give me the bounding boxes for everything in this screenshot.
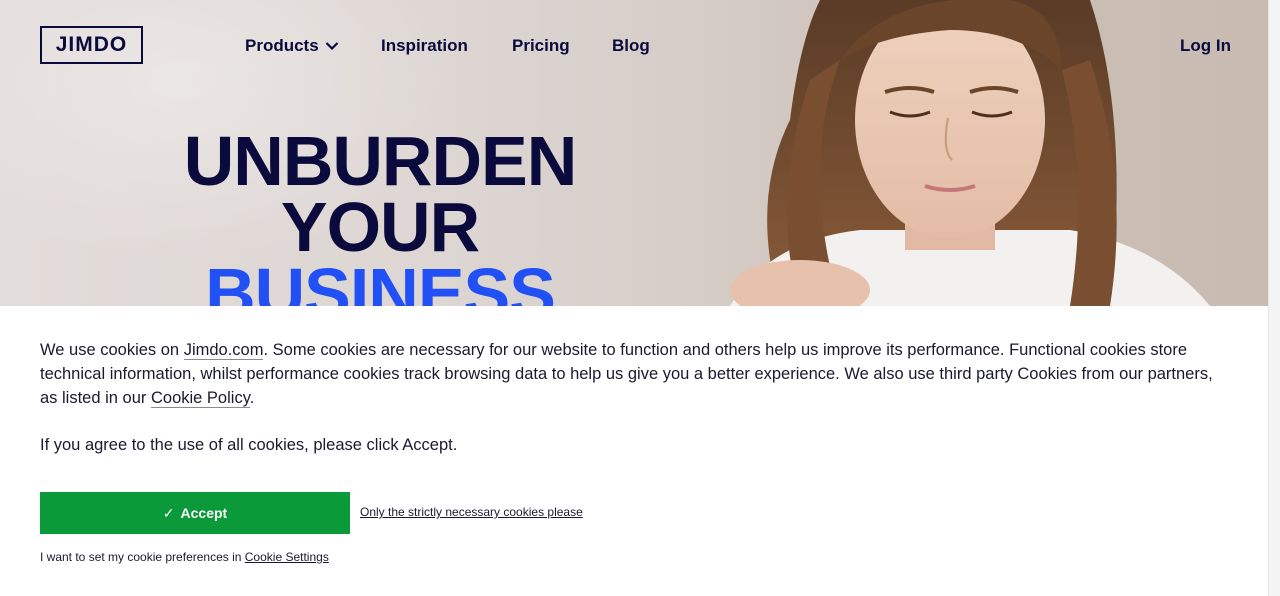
accept-button-label: Accept bbox=[180, 505, 228, 521]
cookie-preferences-text: I want to set my cookie preferences in C… bbox=[40, 550, 329, 564]
nav-blog[interactable]: Blog bbox=[612, 36, 650, 56]
hero-headline-line1: UNBURDEN YOUR bbox=[183, 122, 578, 266]
nav-products[interactable]: Products bbox=[245, 36, 339, 56]
accept-button[interactable]: ✓ Accept bbox=[40, 492, 350, 534]
jimdo-logo[interactable]: JIMDO bbox=[40, 26, 143, 64]
scrollbar[interactable] bbox=[1268, 0, 1280, 596]
cookie-banner: We use cookies on Jimdo.com. Some cookie… bbox=[0, 306, 1268, 596]
cookie-description: We use cookies on Jimdo.com. Some cookie… bbox=[40, 341, 1213, 408]
strict-cookies-link[interactable]: Only the strictly necessary cookies plea… bbox=[360, 505, 583, 519]
hero-headline-line2: BUSINESS bbox=[205, 254, 556, 306]
chevron-down-icon bbox=[325, 41, 339, 51]
cookie-settings-link[interactable]: Cookie Settings bbox=[245, 550, 329, 564]
cookie-agree-text: If you agree to the use of all cookies, … bbox=[40, 436, 458, 454]
jimdo-site-link[interactable]: Jimdo.com bbox=[183, 341, 264, 360]
nav-products-label: Products bbox=[245, 36, 319, 55]
hero-section: JIMDO Products Inspiration Pricing Blog … bbox=[0, 0, 1268, 306]
page: JIMDO Products Inspiration Pricing Blog … bbox=[0, 0, 1280, 596]
check-icon: ✓ bbox=[162, 504, 175, 521]
hero-headline: UNBURDEN YOUR BUSINESS bbox=[90, 122, 670, 306]
nav-inspiration[interactable]: Inspiration bbox=[381, 36, 468, 56]
nav-pricing[interactable]: Pricing bbox=[512, 36, 570, 56]
login-link[interactable]: Log In bbox=[1180, 36, 1231, 56]
cookie-policy-link[interactable]: Cookie Policy bbox=[150, 389, 250, 408]
